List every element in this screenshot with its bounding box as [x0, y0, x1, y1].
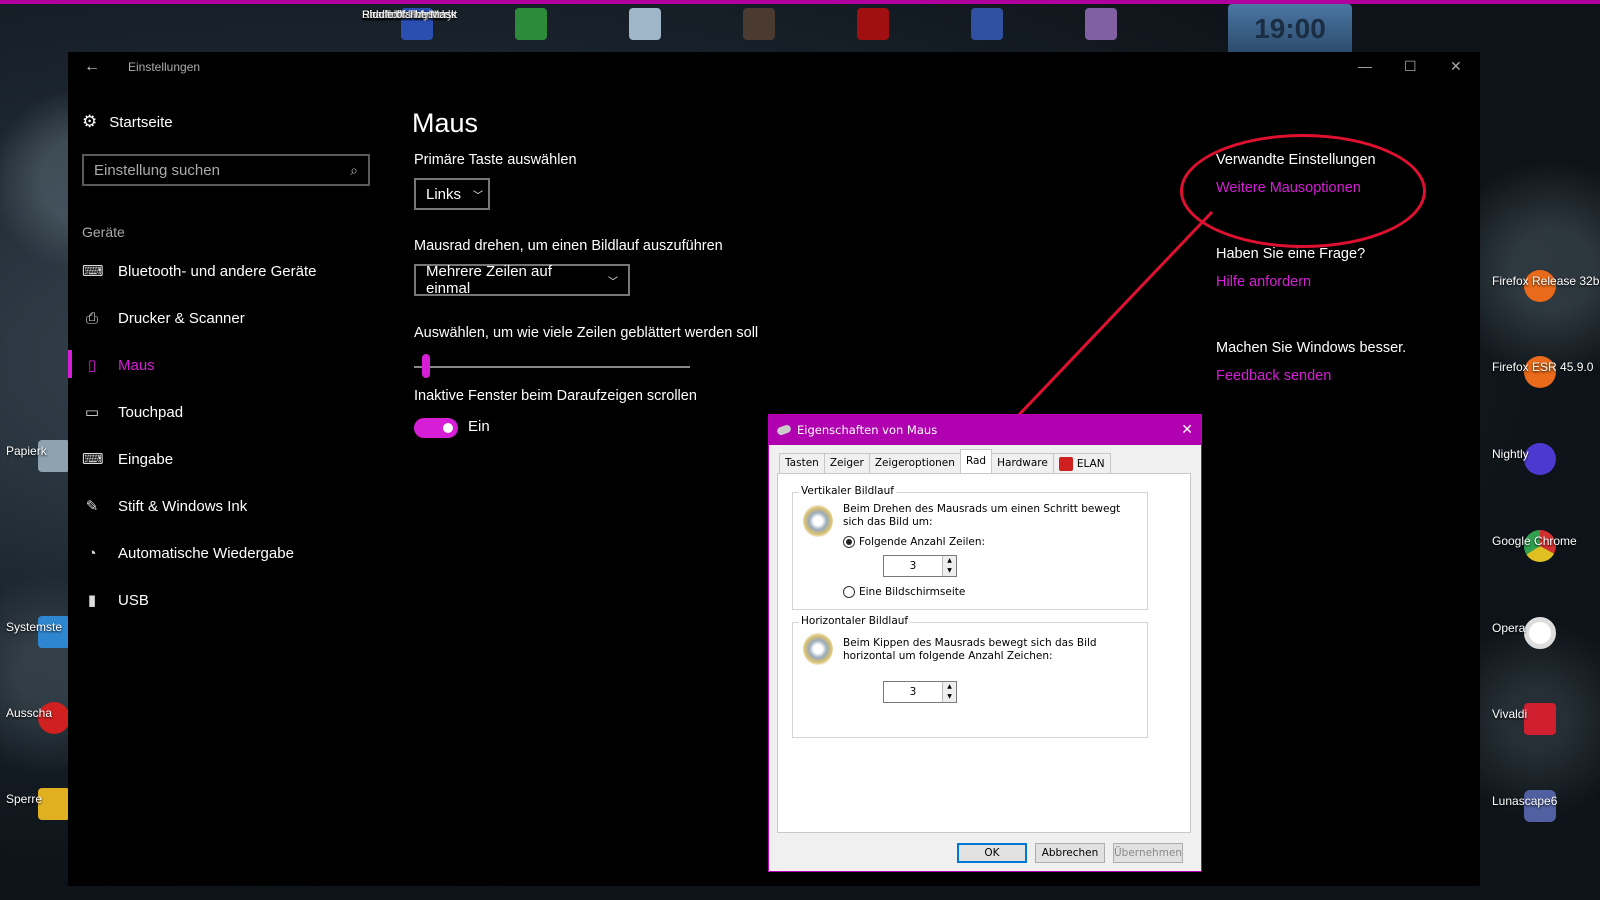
down-arrow-icon[interactable]: ▼ [943, 692, 956, 702]
group-title: Horizontaler Bildlauf [799, 615, 911, 627]
tab-rad[interactable]: Rad [959, 449, 993, 473]
chars-stepper-value: 3 [909, 686, 917, 698]
radio-lines-label: Folgende Anzahl Zeilen: [859, 536, 986, 548]
radio-unselected-icon [843, 586, 855, 598]
tab-hardware[interactable]: Hardware [991, 453, 1054, 473]
vertical-scroll-description: Beim Drehen des Mausrads um einen Schrit… [843, 503, 1121, 528]
chars-stepper[interactable]: 3 ▲ ▼ [883, 681, 957, 703]
mouse-wheel-icon [803, 505, 833, 537]
lines-stepper-value: 3 [909, 560, 917, 572]
elan-icon [1058, 457, 1073, 471]
apply-button[interactable]: Übernehmen [1113, 843, 1183, 863]
tab-zeigeroptionen[interactable]: Zeigeroptionen [868, 453, 961, 473]
radio-page-label: Eine Bildschirmseite [859, 586, 966, 598]
mouse-icon [776, 423, 792, 437]
tab-zeiger[interactable]: Zeiger [823, 453, 870, 473]
radio-lines[interactable]: Folgende Anzahl Zeilen: [843, 536, 985, 548]
mouse-properties-dialog: Eigenschaften von Maus ✕ Tasten Zeiger Z… [768, 414, 1202, 872]
stepper-arrows[interactable]: ▲ ▼ [942, 682, 956, 702]
cancel-button[interactable]: Abbrechen [1035, 843, 1105, 863]
down-arrow-icon[interactable]: ▼ [943, 566, 956, 576]
horizontal-scroll-description: Beim Kippen des Mausrads bewegt sich das… [843, 637, 1097, 662]
ok-button[interactable]: OK [957, 843, 1027, 863]
horizontal-scroll-group: Horizontaler Bildlauf Beim Kippen des Ma… [792, 615, 1148, 738]
tab-panel-rad: Vertikaler Bildlauf Beim Drehen des Maus… [777, 473, 1191, 833]
tab-tasten[interactable]: Tasten [779, 453, 825, 473]
up-arrow-icon[interactable]: ▲ [943, 682, 956, 692]
dialog-title: Eigenschaften von Maus [797, 423, 938, 437]
lines-stepper[interactable]: 3 ▲ ▼ [883, 555, 957, 577]
radio-selected-icon [843, 536, 855, 548]
vertical-scroll-group: Vertikaler Bildlauf Beim Drehen des Maus… [792, 485, 1148, 610]
dialog-tabs: Tasten Zeiger Zeigeroptionen Rad Hardwar… [779, 449, 1111, 473]
mouse-wheel-icon [803, 633, 833, 665]
group-title: Vertikaler Bildlauf [799, 485, 896, 497]
dialog-title-bar: Eigenschaften von Maus ✕ [769, 415, 1201, 445]
up-arrow-icon[interactable]: ▲ [943, 556, 956, 566]
radio-page[interactable]: Eine Bildschirmseite [843, 586, 965, 598]
tab-elan[interactable]: ELAN [1052, 453, 1111, 473]
stepper-arrows[interactable]: ▲ ▼ [942, 556, 956, 576]
dialog-close-button[interactable]: ✕ [1181, 422, 1193, 438]
tab-elan-label: ELAN [1076, 458, 1105, 470]
